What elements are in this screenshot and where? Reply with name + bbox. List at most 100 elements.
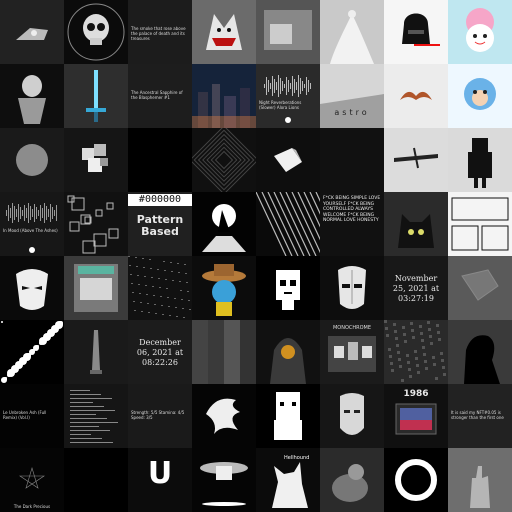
star-artwork	[0, 448, 64, 512]
tile-r2c2[interactable]	[64, 64, 128, 128]
comic-artwork	[448, 192, 512, 256]
tile-r6c3[interactable]: December 06, 2021 at 08:22:26	[128, 320, 192, 384]
tile-r6c1[interactable]	[0, 320, 64, 384]
gallery-title: MONOCHROME	[332, 325, 372, 331]
tile-r1c5[interactable]	[256, 0, 320, 64]
audio2-artwork	[0, 192, 64, 256]
tile-r1c7[interactable]	[384, 0, 448, 64]
spire-artwork	[64, 320, 128, 384]
noise2-artwork	[384, 320, 448, 384]
tile-r4c1[interactable]: In Mood (Above The Ashes)	[0, 192, 64, 256]
tile-r6c6[interactable]: MONOCHROME	[320, 320, 384, 384]
tile-r4c7[interactable]	[384, 192, 448, 256]
tile-r6c5[interactable]	[256, 320, 320, 384]
tile-r2c8[interactable]	[448, 64, 512, 128]
tile-r7c1[interactable]: Le Unbroken Ash (Full Remix) (Vol.I)	[0, 384, 64, 448]
tile-r3c7[interactable]	[384, 128, 448, 192]
tile-r4c3[interactable]: #000000 Pattern Based	[128, 192, 192, 256]
tile-r1c3[interactable]: The smoke that rose above the palace of …	[128, 0, 192, 64]
tile-caption: Strength: 5/5 Stamina: 4/5 Speed: 3/5	[131, 410, 185, 420]
pattern-title: Pattern Based	[136, 213, 184, 238]
tile-r8c8[interactable]	[448, 448, 512, 512]
punk-artwork	[256, 256, 320, 320]
tile-r5c5[interactable]	[256, 256, 320, 320]
tile-r2c7[interactable]	[384, 64, 448, 128]
tile-r3c4[interactable]	[192, 128, 256, 192]
tile-r7c3[interactable]: Strength: 5/5 Stamina: 4/5 Speed: 3/5	[128, 384, 192, 448]
tile-r5c8[interactable]	[448, 256, 512, 320]
sword-artwork	[64, 64, 128, 128]
tile-r3c2[interactable]	[64, 128, 128, 192]
tile-r4c5[interactable]	[256, 192, 320, 256]
vader-artwork	[384, 0, 448, 64]
tile-r7c2[interactable]	[64, 384, 128, 448]
tile-r2c6[interactable]: astro	[320, 64, 384, 128]
tile-r6c8[interactable]	[448, 320, 512, 384]
silhouette-artwork	[448, 320, 512, 384]
tile-r3c3[interactable]	[128, 128, 192, 192]
pixel-face-artwork	[256, 384, 320, 448]
tile-r3c5[interactable]	[256, 128, 320, 192]
tile-r5c2[interactable]	[64, 256, 128, 320]
tile-r6c2[interactable]	[64, 320, 128, 384]
tile-r4c4[interactable]	[192, 192, 256, 256]
tile-r7c7[interactable]: 1986	[384, 384, 448, 448]
tile-r7c6[interactable]	[320, 384, 384, 448]
skull-artwork	[64, 0, 128, 64]
emboss-artwork	[448, 256, 512, 320]
tile-r2c4[interactable]	[192, 64, 256, 128]
tile-r4c8[interactable]	[448, 192, 512, 256]
tile-r5c6[interactable]	[320, 256, 384, 320]
tile-r8c4[interactable]	[192, 448, 256, 512]
tile-r2c1[interactable]	[0, 64, 64, 128]
tile-r5c3[interactable]	[128, 256, 192, 320]
tile-r1c1[interactable]	[0, 0, 64, 64]
tile-r6c4[interactable]	[192, 320, 256, 384]
concentric-artwork	[192, 128, 256, 192]
audio-artwork	[256, 64, 320, 128]
witch-artwork	[192, 192, 256, 256]
tile-r3c6[interactable]	[320, 128, 384, 192]
tv-year: 1986	[403, 389, 429, 399]
tile-r4c2[interactable]	[64, 192, 128, 256]
ring-artwork	[384, 448, 448, 512]
photo-artwork	[256, 0, 320, 64]
tile-caption: The Dark Precious	[13, 504, 51, 509]
tile-r2c3[interactable]: The Ancestral Sapphire of the Blasphemer…	[128, 64, 192, 128]
plane-artwork	[384, 128, 448, 192]
tile-r3c1[interactable]	[0, 128, 64, 192]
ascii-artwork	[64, 384, 128, 448]
tile-r3c8[interactable]	[448, 128, 512, 192]
tile-r8c7[interactable]	[384, 448, 448, 512]
cubes-artwork	[64, 128, 128, 192]
tile-r1c8[interactable]	[448, 0, 512, 64]
ape-artwork	[448, 64, 512, 128]
tile-r5c7[interactable]: November 25, 2021 at 03:27:19	[384, 256, 448, 320]
hooded-artwork	[256, 320, 320, 384]
tile-r8c5[interactable]: Hellhound	[256, 448, 320, 512]
wolf-artwork	[192, 0, 256, 64]
tile-r1c2[interactable]	[64, 0, 128, 64]
tile-r6c7[interactable]	[384, 320, 448, 384]
tile-r8c6[interactable]	[320, 448, 384, 512]
letter-mark: U	[147, 456, 173, 491]
tile-r7c5[interactable]	[256, 384, 320, 448]
tile-r4c6[interactable]: F*CK BEING SIMPLE LOVE YOURSELF F*CK BEI…	[320, 192, 384, 256]
tile-r1c4[interactable]	[192, 0, 256, 64]
pixel-person-artwork	[448, 128, 512, 192]
tile-caption: Le Unbroken Ash (Full Remix) (Vol.I)	[3, 410, 47, 420]
tile-r7c8[interactable]: It is said my NFT#0.05 is stronger than …	[448, 384, 512, 448]
tile-r8c3[interactable]: U	[128, 448, 192, 512]
tile-caption: The smoke that rose above the palace of …	[131, 26, 186, 41]
tile-r8c1[interactable]: The Dark Precious	[0, 448, 64, 512]
tile-r1c6[interactable]	[320, 0, 384, 64]
tile-r8c2[interactable]	[64, 448, 128, 512]
track-title: Night Reverberations (Slower) Alora Lion…	[259, 100, 302, 110]
date-caption: November 25, 2021 at 03:27:19	[392, 274, 440, 303]
tile-r2c5[interactable]: Night Reverberations (Slower) Alora Lion…	[256, 64, 320, 128]
box-artwork	[64, 256, 128, 320]
creature-name: Hellhound	[284, 455, 310, 461]
tile-r5c4[interactable]	[192, 256, 256, 320]
tile-r7c4[interactable]	[192, 384, 256, 448]
tile-r5c1[interactable]	[0, 256, 64, 320]
